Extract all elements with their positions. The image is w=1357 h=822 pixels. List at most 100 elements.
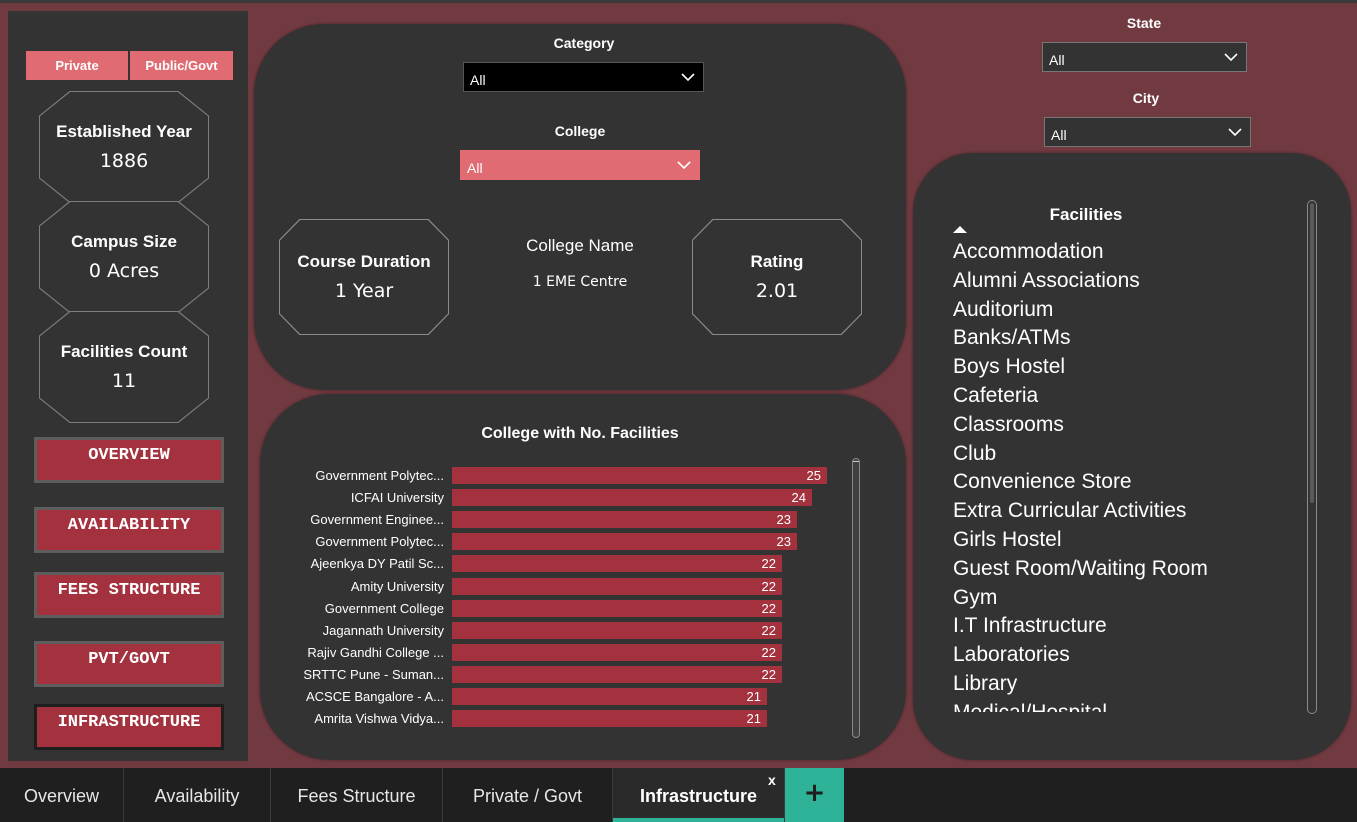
bar-value-label: 23: [776, 534, 791, 550]
state-dropdown[interactable]: All: [1042, 42, 1247, 72]
kpi-established-year: Established Year 1886: [39, 91, 209, 203]
chart-scrollbar[interactable]: [852, 458, 860, 738]
nav-fees-structure-button[interactable]: FEES STRUCTURE: [34, 572, 224, 618]
chevron-down-icon: [1228, 128, 1242, 137]
bar-category-label: ICFAI University: [350, 490, 444, 506]
bar-category-label: Amity University: [350, 578, 444, 594]
bar[interactable]: [452, 533, 797, 551]
facility-list-item[interactable]: Accommodation: [953, 238, 1293, 267]
state-dropdown-value: All: [1049, 52, 1065, 68]
facilities-scrollbar[interactable]: [1307, 200, 1317, 714]
sort-ascending-icon[interactable]: [953, 226, 967, 233]
bar-value-label: 21: [746, 689, 761, 704]
kpi-value: 11: [111, 370, 137, 392]
course-duration-label: Course Duration: [297, 252, 431, 271]
college-dropdown-value: All: [467, 160, 483, 176]
scroll-up-icon[interactable]: [853, 461, 859, 466]
category-slicer-title: Category: [553, 35, 615, 51]
kpi-label: Facilities Count: [60, 342, 188, 361]
facility-list-item[interactable]: I.T Infrastructure: [953, 612, 1293, 641]
bar-value-label: 25: [806, 468, 821, 483]
college-name-value: 1 EME Centre: [532, 274, 628, 290]
kpi-value: 0 Acres: [88, 260, 160, 282]
tab-overview[interactable]: Overview: [0, 768, 124, 822]
segment-public-govt-button[interactable]: Public/Govt: [130, 51, 233, 80]
add-page-button[interactable]: +: [785, 768, 844, 822]
bar-value-label: 22: [761, 578, 776, 594]
bar[interactable]: [452, 621, 782, 639]
rating-value: 2.01: [755, 280, 799, 302]
close-tab-icon[interactable]: x: [768, 772, 776, 788]
tab-availability[interactable]: Availability: [124, 768, 271, 822]
facility-list-item[interactable]: Banks/ATMs: [953, 324, 1293, 353]
facility-list-item[interactable]: Auditorium: [953, 296, 1293, 325]
bar-category-label: Jagannath University: [322, 622, 444, 638]
nav-pvt-govt-button[interactable]: PVT/GOVT: [34, 641, 224, 687]
category-dropdown-value: All: [470, 72, 486, 88]
bar-value-label: 22: [761, 556, 776, 572]
facility-list-item[interactable]: Classrooms: [953, 411, 1293, 440]
scrollbar-thumb[interactable]: [1310, 203, 1314, 503]
bar[interactable]: [452, 665, 782, 683]
bar[interactable]: [452, 643, 782, 661]
facility-list-item[interactable]: Convenience Store: [953, 468, 1293, 497]
bar-value-label: 21: [746, 711, 761, 727]
kpi-label: Campus Size: [71, 232, 177, 251]
bar[interactable]: [452, 710, 767, 728]
facility-list-item[interactable]: Club: [953, 440, 1293, 469]
bar[interactable]: [452, 467, 827, 484]
kpi-facilities-count: Facilities Count 11: [39, 311, 209, 423]
bar-category-label: Government Enginee...: [310, 512, 444, 528]
bar[interactable]: [452, 599, 782, 617]
chevron-down-icon: [1224, 53, 1238, 62]
facility-list-item[interactable]: Guest Room/Waiting Room: [953, 555, 1293, 584]
course-duration-card: Course Duration 1 Year: [279, 219, 449, 335]
facility-list-item[interactable]: Gym: [953, 584, 1293, 613]
bar-value-label: 24: [791, 490, 806, 506]
bar-category-label: SRTTC Pune - Suman...: [303, 666, 444, 682]
bar-value-label: 22: [761, 666, 776, 682]
bar[interactable]: [452, 577, 782, 595]
chevron-down-icon: [677, 161, 691, 170]
nav-infrastructure-button[interactable]: INFRASTRUCTURE: [34, 704, 224, 750]
course-duration-value: 1 Year: [334, 280, 394, 302]
tab-private-govt[interactable]: Private / Govt: [443, 768, 613, 822]
city-slicer-title: City: [1132, 90, 1160, 106]
facility-list-item[interactable]: Extra Curricular Activities: [953, 497, 1293, 526]
chart-title: College with No. Facilities: [481, 425, 679, 442]
bar-category-label: Ajeenkya DY Patil Sc...: [310, 556, 444, 572]
bar[interactable]: [452, 511, 797, 529]
bar-value-label: 22: [761, 622, 776, 638]
kpi-value: 1886: [99, 150, 149, 172]
facilities-title: Facilities: [1049, 205, 1123, 224]
bar[interactable]: [452, 555, 782, 573]
chevron-down-icon: [681, 73, 695, 82]
nav-availability-button[interactable]: AVAILABILITY: [34, 507, 224, 553]
facility-list-item[interactable]: Library: [953, 670, 1293, 699]
tab-fees-structure[interactable]: Fees Structure: [271, 768, 443, 822]
facilities-list: Accommodation Alumni Associations Auditori…: [953, 238, 1293, 712]
bar-category-label: Government Polytec...: [315, 534, 444, 550]
college-dropdown[interactable]: All: [460, 150, 700, 180]
bar[interactable]: [452, 688, 767, 705]
nav-overview-button[interactable]: OVERVIEW: [34, 437, 224, 483]
page-tab-bar: Overview Availability Fees Structure Pri…: [0, 768, 1357, 822]
kpi-campus-size: Campus Size 0 Acres: [39, 201, 209, 313]
facility-list-item[interactable]: Laboratories: [953, 641, 1293, 670]
bar-category-label: Amrita Vishwa Vidya...: [314, 711, 444, 727]
bar-category-label: Government Polytec...: [315, 468, 444, 483]
facility-list-item[interactable]: Girls Hostel: [953, 526, 1293, 555]
bar[interactable]: [452, 489, 812, 507]
city-dropdown[interactable]: All: [1044, 117, 1251, 147]
facility-list-item[interactable]: Cafeteria: [953, 382, 1293, 411]
facility-list-item[interactable]: Medical/Hospital: [953, 699, 1293, 712]
segment-private-button[interactable]: Private: [26, 51, 128, 80]
college-slicer-title: College: [554, 123, 606, 139]
facility-list-item[interactable]: Boys Hostel: [953, 353, 1293, 382]
facility-list-item[interactable]: Alumni Associations: [953, 267, 1293, 296]
rating-label: Rating: [750, 252, 804, 271]
bar-category-label: Government College: [324, 600, 444, 616]
tab-infrastructure[interactable]: Infrastructure: [613, 768, 785, 822]
college-name-block: College Name 1 EME Centre: [480, 236, 680, 290]
category-dropdown[interactable]: All: [463, 62, 704, 92]
